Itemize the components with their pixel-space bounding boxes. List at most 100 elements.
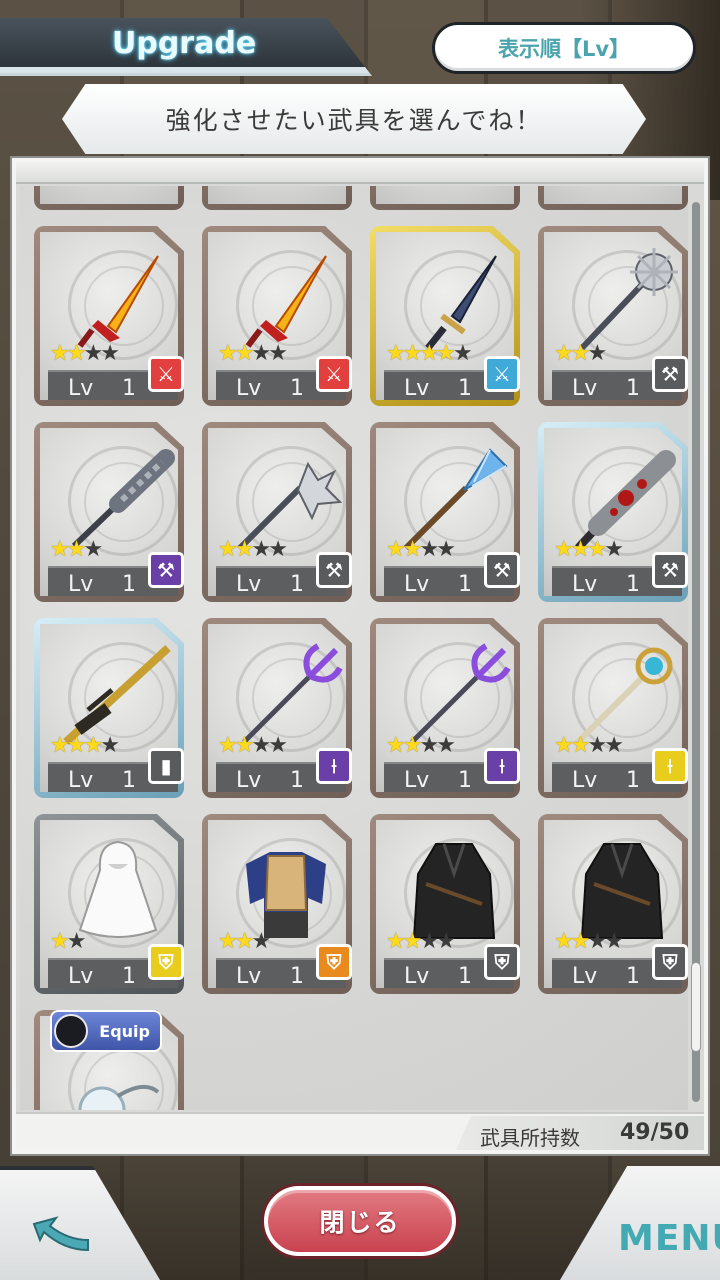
- level-label: Lv: [404, 964, 430, 989]
- weapon-type-icon: ⚒: [484, 552, 520, 588]
- weapon-type-icon: ⟊: [484, 748, 520, 784]
- star-empty-icon: ★: [587, 733, 607, 758]
- card-face: [40, 186, 178, 204]
- scrollbar[interactable]: [691, 202, 701, 1102]
- star-filled-icon: ★: [554, 537, 574, 562]
- sort-order-button[interactable]: 表示順【Lv】: [432, 22, 696, 74]
- weapon-type-icon: ⚒: [652, 552, 688, 588]
- weapon-card[interactable]: ★★★★ Lv 1 ⟊: [202, 618, 352, 798]
- star-filled-icon: ★: [402, 733, 423, 758]
- star-filled-icon: ★: [386, 929, 406, 954]
- scroll-thumb[interactable]: [691, 962, 701, 1052]
- weapon-card[interactable]: ★★★★ Lv 1 ⛨: [538, 814, 688, 994]
- level-value: 1: [458, 572, 472, 597]
- weapon-card-cut[interactable]: [202, 186, 352, 210]
- level-label: Lv: [68, 572, 94, 597]
- star-filled-icon: ★: [436, 341, 456, 366]
- weapon-type-icon: ⚔: [148, 356, 184, 392]
- instruction-banner: 強化させたい武具を選んでね！: [62, 84, 646, 154]
- level-value: 1: [290, 376, 304, 401]
- star-filled-icon: ★: [50, 733, 70, 758]
- level-value: 1: [458, 768, 472, 793]
- weapon-type-icon: ▮: [148, 748, 184, 784]
- avatar: [54, 1014, 88, 1048]
- weapon-type-icon: ⚒: [316, 552, 352, 588]
- star-filled-icon: ★: [554, 929, 574, 954]
- rarity-stars: ★★★★: [218, 537, 288, 562]
- weapon-card[interactable]: ★★★★ Lv 1 ⟊: [538, 618, 688, 798]
- equip-badge: Equip: [50, 1010, 162, 1052]
- card-face: [208, 186, 346, 204]
- own-count-value: 49/50: [620, 1120, 690, 1145]
- star-filled-icon: ★: [554, 341, 574, 366]
- card-face: [544, 186, 682, 204]
- weapon-card[interactable]: Equip: [34, 1010, 184, 1110]
- star-empty-icon: ★: [251, 733, 271, 758]
- rarity-stars: ★★★: [554, 341, 607, 366]
- rarity-stars: ★★★★: [218, 733, 288, 758]
- weapon-card-cut[interactable]: [34, 186, 184, 210]
- star-empty-icon: ★: [268, 733, 288, 758]
- star-filled-icon: ★: [554, 733, 574, 758]
- rarity-stars: ★★★★: [386, 733, 456, 758]
- star-empty-icon: ★: [604, 929, 624, 954]
- weapon-card[interactable]: ★★★★ Lv 1 ⚒: [538, 422, 688, 602]
- weapon-grid[interactable]: ★★★★ Lv 1 ⚔ ★★★★ Lv 1 ⚔ ★★★★★ Lv 1 ⚔ ★★★ Lv 1 ⚒ ★★★ Lv 1 ⚒ ★…: [20, 186, 688, 1110]
- weapon-type-icon: ⛨: [148, 944, 184, 980]
- star-empty-icon: ★: [251, 537, 271, 562]
- weapon-card[interactable]: ★★★★ Lv 1 ⛨: [370, 814, 520, 994]
- star-filled-icon: ★: [234, 929, 255, 954]
- own-count-label: 武具所持数: [480, 1126, 580, 1150]
- star-filled-icon: ★: [234, 341, 255, 366]
- weapon-card[interactable]: ★★★★ Lv 1 ⟊: [370, 618, 520, 798]
- star-filled-icon: ★: [402, 929, 423, 954]
- weapon-type-icon: ⛨: [316, 944, 352, 980]
- weapon-card[interactable]: ★★★ Lv 1 ⛨: [202, 814, 352, 994]
- level-value: 1: [122, 964, 136, 989]
- weapon-card[interactable]: ★★★★ Lv 1 ⚔: [34, 226, 184, 406]
- star-filled-icon: ★: [218, 929, 238, 954]
- level-label: Lv: [572, 768, 598, 793]
- weapon-card-cut[interactable]: [370, 186, 520, 210]
- back-arrow-icon[interactable]: [26, 1210, 96, 1266]
- rarity-stars: ★★★: [218, 929, 271, 954]
- star-filled-icon: ★: [83, 733, 103, 758]
- weapon-card[interactable]: ★★ Lv 1 ⛨: [34, 814, 184, 994]
- star-filled-icon: ★: [50, 537, 70, 562]
- level-label: Lv: [236, 572, 262, 597]
- star-filled-icon: ★: [587, 537, 607, 562]
- star-empty-icon: ★: [66, 929, 87, 954]
- level-label: Lv: [236, 376, 262, 401]
- star-empty-icon: ★: [100, 733, 120, 758]
- star-empty-icon: ★: [604, 537, 624, 562]
- close-button[interactable]: 閉じる: [264, 1186, 456, 1256]
- weapon-card[interactable]: ★★★ Lv 1 ⚒: [34, 422, 184, 602]
- star-empty-icon: ★: [251, 341, 271, 366]
- star-empty-icon: ★: [436, 537, 456, 562]
- star-filled-icon: ★: [50, 929, 70, 954]
- rarity-stars: ★★★★: [386, 537, 456, 562]
- weapon-card[interactable]: ★★★★ Lv 1 ⚒: [202, 422, 352, 602]
- level-value: 1: [626, 964, 640, 989]
- star-filled-icon: ★: [570, 733, 591, 758]
- star-filled-icon: ★: [386, 733, 406, 758]
- weapon-card[interactable]: ★★★★ Lv 1 ⚔: [202, 226, 352, 406]
- weapon-type-icon: ⚒: [652, 356, 688, 392]
- weapon-type-icon: ⛨: [484, 944, 520, 980]
- star-empty-icon: ★: [83, 341, 103, 366]
- weapon-card[interactable]: ★★★★★ Lv 1 ⚔: [370, 226, 520, 406]
- level-label: Lv: [68, 376, 94, 401]
- star-filled-icon: ★: [66, 733, 87, 758]
- weapon-card[interactable]: ★★★★ Lv 1 ⚒: [370, 422, 520, 602]
- rarity-stars: ★★★★: [50, 341, 120, 366]
- weapon-card[interactable]: ★★★★ Lv 1 ▮: [34, 618, 184, 798]
- weapon-card[interactable]: ★★★ Lv 1 ⚒: [538, 226, 688, 406]
- weapon-card-cut[interactable]: [538, 186, 688, 210]
- level-value: 1: [626, 768, 640, 793]
- star-empty-icon: ★: [604, 733, 624, 758]
- page-title: Upgrade: [112, 26, 257, 61]
- level-label: Lv: [236, 964, 262, 989]
- level-value: 1: [122, 768, 136, 793]
- star-filled-icon: ★: [386, 341, 406, 366]
- menu-button[interactable]: MENU: [618, 1218, 720, 1259]
